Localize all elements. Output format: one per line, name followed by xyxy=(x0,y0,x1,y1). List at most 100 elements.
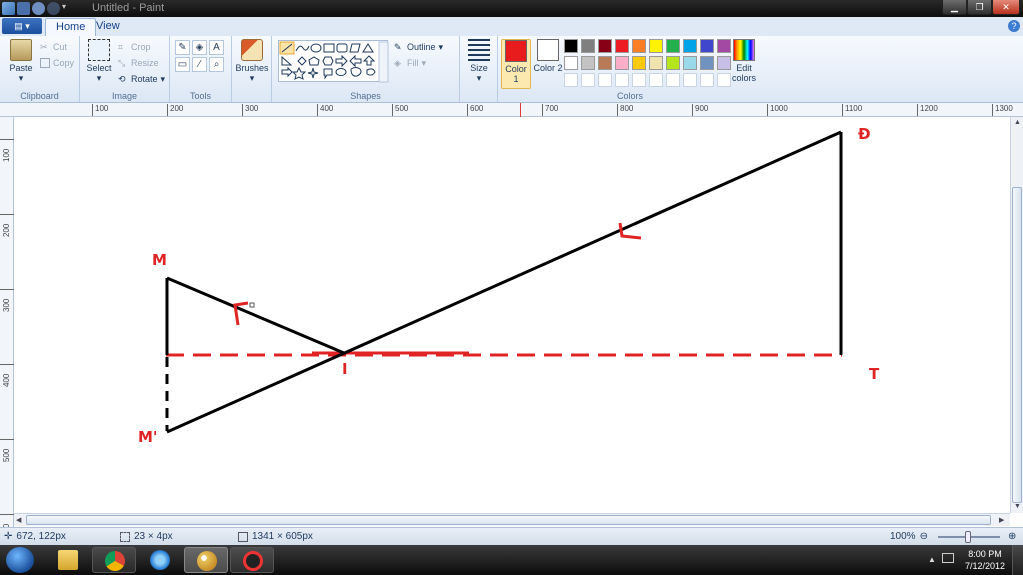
size-button[interactable]: Size ▾ xyxy=(464,39,494,84)
palette-swatch[interactable] xyxy=(666,56,680,70)
cut-label: Cut xyxy=(53,42,68,52)
close-button[interactable]: ✕ xyxy=(992,0,1020,15)
pencil-icon[interactable]: ✎ xyxy=(175,40,190,55)
cut-button[interactable]: ✂ Cut xyxy=(40,40,67,54)
fill-button[interactable]: ◈ Fill ▾ xyxy=(394,56,426,70)
paste-dropdown-icon: ▾ xyxy=(18,73,24,83)
vertical-scroll-thumb[interactable] xyxy=(1012,187,1022,503)
eraser-icon[interactable]: ▭ xyxy=(175,57,190,72)
palette-swatch[interactable] xyxy=(581,39,595,53)
palette-swatch[interactable] xyxy=(666,73,680,87)
palette-swatch[interactable] xyxy=(649,56,663,70)
ribbon: Paste ▾ ✂ Cut Copy Clipboard Select ▾ ⌗ Crop… xyxy=(0,36,1023,103)
selection-size: 23 × 4px xyxy=(120,531,173,542)
system-clock[interactable]: 8:00 PM 7/12/2012 xyxy=(962,548,1008,572)
tray-overflow-icon[interactable]: ▲ xyxy=(928,555,936,564)
copy-button[interactable]: Copy xyxy=(40,56,74,70)
resize-label: Resize xyxy=(131,58,159,68)
network-icon[interactable] xyxy=(942,553,954,563)
palette-swatch[interactable] xyxy=(683,73,697,87)
taskbar-chrome[interactable] xyxy=(92,547,136,573)
palette-swatch[interactable] xyxy=(564,56,578,70)
paint-app-icon[interactable] xyxy=(2,1,15,15)
palette-swatch[interactable] xyxy=(615,56,629,70)
scroll-left-icon[interactable]: ◀ xyxy=(16,516,21,524)
scroll-right-icon[interactable]: ▶ xyxy=(999,516,1004,524)
clock-time: 8:00 PM xyxy=(968,549,1002,559)
color2-button[interactable]: Color 2 xyxy=(533,39,563,73)
horizontal-scroll-thumb[interactable] xyxy=(26,515,991,525)
zoom-in-icon[interactable]: ⊕ xyxy=(1008,531,1016,542)
qat-dropdown-icon[interactable]: ▾ xyxy=(62,2,70,15)
taskbar-ie[interactable] xyxy=(138,547,182,573)
shapes-gallery[interactable] xyxy=(278,40,389,83)
zoom-out-icon[interactable]: ⊖ xyxy=(920,531,928,542)
magnifier-icon[interactable]: ⌕ xyxy=(209,57,224,72)
horizontal-scrollbar[interactable]: ◀ ▶ xyxy=(14,513,1010,526)
fill-dropdown-icon: ▾ xyxy=(421,57,427,68)
ruler-tick-label: 900 xyxy=(692,104,708,116)
palette-swatch[interactable] xyxy=(666,39,680,53)
taskbar-explorer[interactable] xyxy=(46,547,90,573)
drawing-canvas[interactable]: M M' I Đ T xyxy=(14,117,1010,513)
ruler-tick-label: 1200 xyxy=(917,104,938,116)
palette-swatch[interactable] xyxy=(564,73,578,87)
maximize-button[interactable]: ❐ xyxy=(967,0,992,15)
outline-button[interactable]: ✎ Outline ▾ xyxy=(394,40,443,54)
palette-swatch[interactable] xyxy=(700,73,714,87)
palette-swatch[interactable] xyxy=(598,39,612,53)
palette-swatch[interactable] xyxy=(564,39,578,53)
quick-access-toolbar: ▾ xyxy=(2,1,70,15)
horizontal-ruler: 100 200 300 400 500 600 700 800 900 1000 1100 1200 1… xyxy=(0,103,1023,117)
palette-swatch[interactable] xyxy=(598,73,612,87)
palette-swatch[interactable] xyxy=(683,56,697,70)
palette-swatch[interactable] xyxy=(632,73,646,87)
paste-label: Paste xyxy=(9,63,33,73)
palette-swatch[interactable] xyxy=(632,39,646,53)
canvas-workspace: M M' I Đ T xyxy=(14,117,1010,513)
resize-button[interactable]: ⤡ Resize xyxy=(118,56,159,70)
undo-icon[interactable] xyxy=(32,1,45,15)
select-button[interactable]: Select ▾ xyxy=(84,39,114,84)
palette-swatch[interactable] xyxy=(615,39,629,53)
color-picker-icon[interactable]: ⁄ xyxy=(192,57,207,72)
rotate-button[interactable]: ⟲ Rotate ▾ xyxy=(118,72,165,86)
color1-button[interactable]: Color 1 xyxy=(501,39,531,89)
minimize-button[interactable]: ▁ xyxy=(942,0,967,15)
paint-menu-button[interactable]: ▤ ▾ xyxy=(2,18,42,34)
palette-swatch[interactable] xyxy=(649,73,663,87)
edit-colors-button[interactable]: Edit colors xyxy=(728,39,760,83)
palette-swatch[interactable] xyxy=(683,39,697,53)
ruler-tick-label: 700 xyxy=(542,104,558,116)
tab-view[interactable]: View xyxy=(86,18,130,36)
text-icon[interactable]: A xyxy=(209,40,224,55)
palette-swatch[interactable] xyxy=(598,56,612,70)
scroll-down-icon[interactable]: ▼ xyxy=(1014,503,1021,510)
zoom-slider-thumb[interactable] xyxy=(965,531,971,543)
palette-swatch[interactable] xyxy=(615,73,629,87)
ribbon-tab-row: ▤ ▾ Home View ? xyxy=(0,17,1023,36)
vertical-scrollbar[interactable]: ▲ ▼ xyxy=(1010,117,1023,513)
palette-swatch[interactable] xyxy=(581,73,595,87)
fill-bucket-icon[interactable]: ◈ xyxy=(192,40,207,55)
scroll-up-icon[interactable]: ▲ xyxy=(1014,119,1021,126)
color1-swatch xyxy=(505,40,527,62)
help-icon[interactable]: ? xyxy=(1008,20,1020,32)
palette-swatch[interactable] xyxy=(700,39,714,53)
start-button[interactable] xyxy=(6,547,34,573)
brushes-button[interactable]: Brushes ▾ xyxy=(235,39,269,84)
palette-swatch[interactable] xyxy=(649,39,663,53)
redo-icon[interactable] xyxy=(47,1,60,15)
palette-swatch[interactable] xyxy=(632,56,646,70)
crop-button[interactable]: ⌗ Crop xyxy=(118,40,151,54)
save-icon[interactable] xyxy=(17,1,30,15)
palette-swatch[interactable] xyxy=(581,56,595,70)
crosshair-icon: ✛ xyxy=(4,531,13,542)
brushes-dropdown-icon: ▾ xyxy=(249,73,255,83)
paste-button[interactable]: Paste ▾ xyxy=(6,39,36,84)
palette-swatch[interactable] xyxy=(700,56,714,70)
ruler-tick-label: 400 xyxy=(0,364,14,387)
taskbar-app[interactable] xyxy=(230,547,274,573)
taskbar-paint[interactable] xyxy=(184,547,228,573)
show-desktop-button[interactable] xyxy=(1012,545,1023,575)
